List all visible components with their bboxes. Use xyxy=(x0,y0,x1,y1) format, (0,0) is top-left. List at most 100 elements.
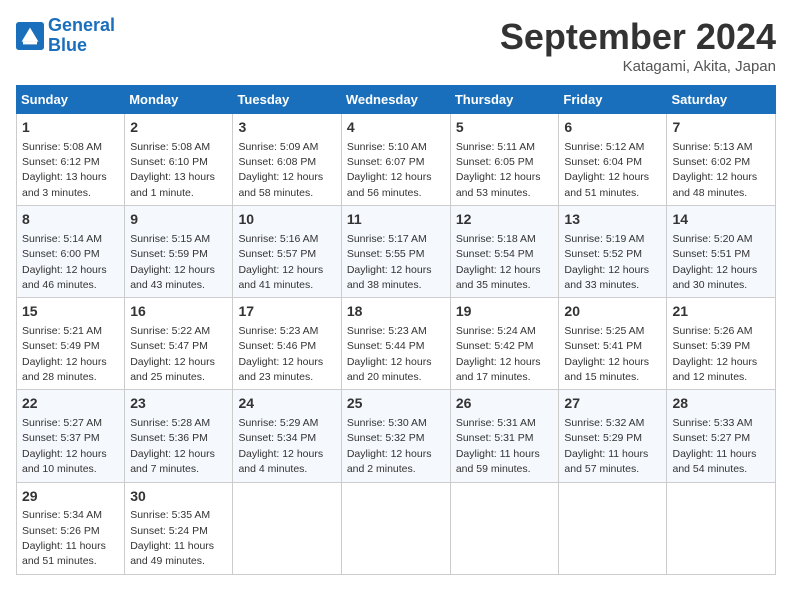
day-number: 28 xyxy=(672,394,770,414)
day-number: 7 xyxy=(672,118,770,138)
day-info: Sunrise: 5:15 AMSunset: 5:59 PMDaylight:… xyxy=(130,233,215,291)
location: Katagami, Akita, Japan xyxy=(500,58,776,75)
calendar-day: 26Sunrise: 5:31 AMSunset: 5:31 PMDayligh… xyxy=(450,390,559,482)
day-info: Sunrise: 5:35 AMSunset: 5:24 PMDaylight:… xyxy=(130,509,214,567)
calendar-day: 7 Sunrise: 5:13 AMSunset: 6:02 PMDaylight… xyxy=(667,114,776,206)
calendar-day: 1 Sunrise: 5:08 AMSunset: 6:12 PMDaylight… xyxy=(17,114,125,206)
day-number: 15 xyxy=(22,302,119,322)
day-info: Sunrise: 5:29 AMSunset: 5:34 PMDaylight:… xyxy=(238,417,323,475)
day-info: Sunrise: 5:19 AMSunset: 5:52 PMDaylight:… xyxy=(564,233,649,291)
calendar-day: 14Sunrise: 5:20 AMSunset: 5:51 PMDayligh… xyxy=(667,206,776,298)
logo: General Blue xyxy=(16,16,115,56)
logo-text: General Blue xyxy=(48,16,115,56)
day-info: Sunrise: 5:18 AMSunset: 5:54 PMDaylight:… xyxy=(456,233,541,291)
calendar-day: 8 Sunrise: 5:14 AMSunset: 6:00 PMDaylight… xyxy=(17,206,125,298)
day-info: Sunrise: 5:25 AMSunset: 5:41 PMDaylight:… xyxy=(564,325,649,383)
day-info: Sunrise: 5:24 AMSunset: 5:42 PMDaylight:… xyxy=(456,325,541,383)
day-number: 22 xyxy=(22,394,119,414)
weekday-header: Sunday xyxy=(17,86,125,114)
day-info: Sunrise: 5:28 AMSunset: 5:36 PMDaylight:… xyxy=(130,417,215,475)
day-number: 11 xyxy=(347,210,445,230)
day-info: Sunrise: 5:22 AMSunset: 5:47 PMDaylight:… xyxy=(130,325,215,383)
calendar-day: 21 Sunrise: 5:26 AMSunset: 5:39 PMDayligh… xyxy=(667,298,776,390)
empty-day xyxy=(559,482,667,574)
calendar-day: 15 Sunrise: 5:21 AMSunset: 5:49 PMDayligh… xyxy=(17,298,125,390)
page-header: General Blue September 2024 Katagami, Ak… xyxy=(16,16,776,75)
calendar-day: 28 Sunrise: 5:33 AMSunset: 5:27 PMDayligh… xyxy=(667,390,776,482)
calendar-day: 2 Sunrise: 5:08 AMSunset: 6:10 PMDaylight… xyxy=(125,114,233,206)
day-number: 23 xyxy=(130,394,227,414)
day-info: Sunrise: 5:12 AMSunset: 6:04 PMDaylight:… xyxy=(564,141,649,199)
day-number: 3 xyxy=(238,118,335,138)
calendar-day: 22 Sunrise: 5:27 AMSunset: 5:37 PMDayligh… xyxy=(17,390,125,482)
day-info: Sunrise: 5:31 AMSunset: 5:31 PMDaylight:… xyxy=(456,417,540,475)
weekday-header: Tuesday xyxy=(233,86,341,114)
day-info: Sunrise: 5:23 AMSunset: 5:44 PMDaylight:… xyxy=(347,325,432,383)
day-number: 1 xyxy=(22,118,119,138)
weekday-header: Wednesday xyxy=(341,86,450,114)
calendar-day: 4 Sunrise: 5:10 AMSunset: 6:07 PMDaylight… xyxy=(341,114,450,206)
weekday-header: Saturday xyxy=(667,86,776,114)
month-title: September 2024 xyxy=(500,16,776,58)
weekday-header: Thursday xyxy=(450,86,559,114)
day-number: 19 xyxy=(456,302,554,322)
calendar-day: 24 Sunrise: 5:29 AMSunset: 5:34 PMDayligh… xyxy=(233,390,341,482)
calendar-day: 10 Sunrise: 5:16 AMSunset: 5:57 PMDayligh… xyxy=(233,206,341,298)
calendar-day: 16 Sunrise: 5:22 AMSunset: 5:47 PMDayligh… xyxy=(125,298,233,390)
calendar-day: 11 Sunrise: 5:17 AMSunset: 5:55 PMDayligh… xyxy=(341,206,450,298)
calendar-day: 29Sunrise: 5:34 AMSunset: 5:26 PMDayligh… xyxy=(17,482,125,574)
day-number: 20 xyxy=(564,302,661,322)
day-info: Sunrise: 5:27 AMSunset: 5:37 PMDaylight:… xyxy=(22,417,107,475)
empty-day xyxy=(233,482,341,574)
day-number: 16 xyxy=(130,302,227,322)
day-info: Sunrise: 5:33 AMSunset: 5:27 PMDaylight:… xyxy=(672,417,756,475)
calendar-day: 20 Sunrise: 5:25 AMSunset: 5:41 PMDayligh… xyxy=(559,298,667,390)
day-number: 2 xyxy=(130,118,227,138)
weekday-header: Monday xyxy=(125,86,233,114)
title-block: September 2024 Katagami, Akita, Japan xyxy=(500,16,776,75)
day-info: Sunrise: 5:08 AMSunset: 6:10 PMDaylight:… xyxy=(130,141,215,199)
day-number: 24 xyxy=(238,394,335,414)
calendar-day: 5 Sunrise: 5:11 AMSunset: 6:05 PMDaylight… xyxy=(450,114,559,206)
calendar-day: 17Sunrise: 5:23 AMSunset: 5:46 PMDayligh… xyxy=(233,298,341,390)
calendar-day: 19 Sunrise: 5:24 AMSunset: 5:42 PMDayligh… xyxy=(450,298,559,390)
day-number: 9 xyxy=(130,210,227,230)
calendar-day: 30Sunrise: 5:35 AMSunset: 5:24 PMDayligh… xyxy=(125,482,233,574)
day-number: 4 xyxy=(347,118,445,138)
day-number: 12 xyxy=(456,210,554,230)
day-info: Sunrise: 5:32 AMSunset: 5:29 PMDaylight:… xyxy=(564,417,648,475)
day-info: Sunrise: 5:08 AMSunset: 6:12 PMDaylight:… xyxy=(22,141,107,199)
day-number: 10 xyxy=(238,210,335,230)
day-number: 21 xyxy=(672,302,770,322)
day-number: 5 xyxy=(456,118,554,138)
calendar-day: 6Sunrise: 5:12 AMSunset: 6:04 PMDaylight… xyxy=(559,114,667,206)
day-number: 30 xyxy=(130,487,227,507)
day-info: Sunrise: 5:16 AMSunset: 5:57 PMDaylight:… xyxy=(238,233,323,291)
day-number: 29 xyxy=(22,487,119,507)
day-info: Sunrise: 5:11 AMSunset: 6:05 PMDaylight:… xyxy=(456,141,541,199)
weekday-header: Friday xyxy=(559,86,667,114)
empty-day xyxy=(341,482,450,574)
calendar-day: 27 Sunrise: 5:32 AMSunset: 5:29 PMDayligh… xyxy=(559,390,667,482)
calendar-day: 9 Sunrise: 5:15 AMSunset: 5:59 PMDaylight… xyxy=(125,206,233,298)
day-info: Sunrise: 5:30 AMSunset: 5:32 PMDaylight:… xyxy=(347,417,432,475)
logo-icon xyxy=(16,22,44,50)
day-number: 14 xyxy=(672,210,770,230)
calendar-day: 23 Sunrise: 5:28 AMSunset: 5:36 PMDayligh… xyxy=(125,390,233,482)
day-info: Sunrise: 5:21 AMSunset: 5:49 PMDaylight:… xyxy=(22,325,107,383)
day-number: 27 xyxy=(564,394,661,414)
day-number: 13 xyxy=(564,210,661,230)
day-info: Sunrise: 5:13 AMSunset: 6:02 PMDaylight:… xyxy=(672,141,757,199)
day-info: Sunrise: 5:14 AMSunset: 6:00 PMDaylight:… xyxy=(22,233,107,291)
calendar-day: 13 Sunrise: 5:19 AMSunset: 5:52 PMDayligh… xyxy=(559,206,667,298)
empty-day xyxy=(450,482,559,574)
day-info: Sunrise: 5:34 AMSunset: 5:26 PMDaylight:… xyxy=(22,509,106,567)
calendar-day: 3Sunrise: 5:09 AMSunset: 6:08 PMDaylight… xyxy=(233,114,341,206)
day-info: Sunrise: 5:10 AMSunset: 6:07 PMDaylight:… xyxy=(347,141,432,199)
empty-day xyxy=(667,482,776,574)
day-number: 17 xyxy=(238,302,335,322)
day-number: 8 xyxy=(22,210,119,230)
day-info: Sunrise: 5:26 AMSunset: 5:39 PMDaylight:… xyxy=(672,325,757,383)
calendar-day: 12 Sunrise: 5:18 AMSunset: 5:54 PMDayligh… xyxy=(450,206,559,298)
day-info: Sunrise: 5:17 AMSunset: 5:55 PMDaylight:… xyxy=(347,233,432,291)
